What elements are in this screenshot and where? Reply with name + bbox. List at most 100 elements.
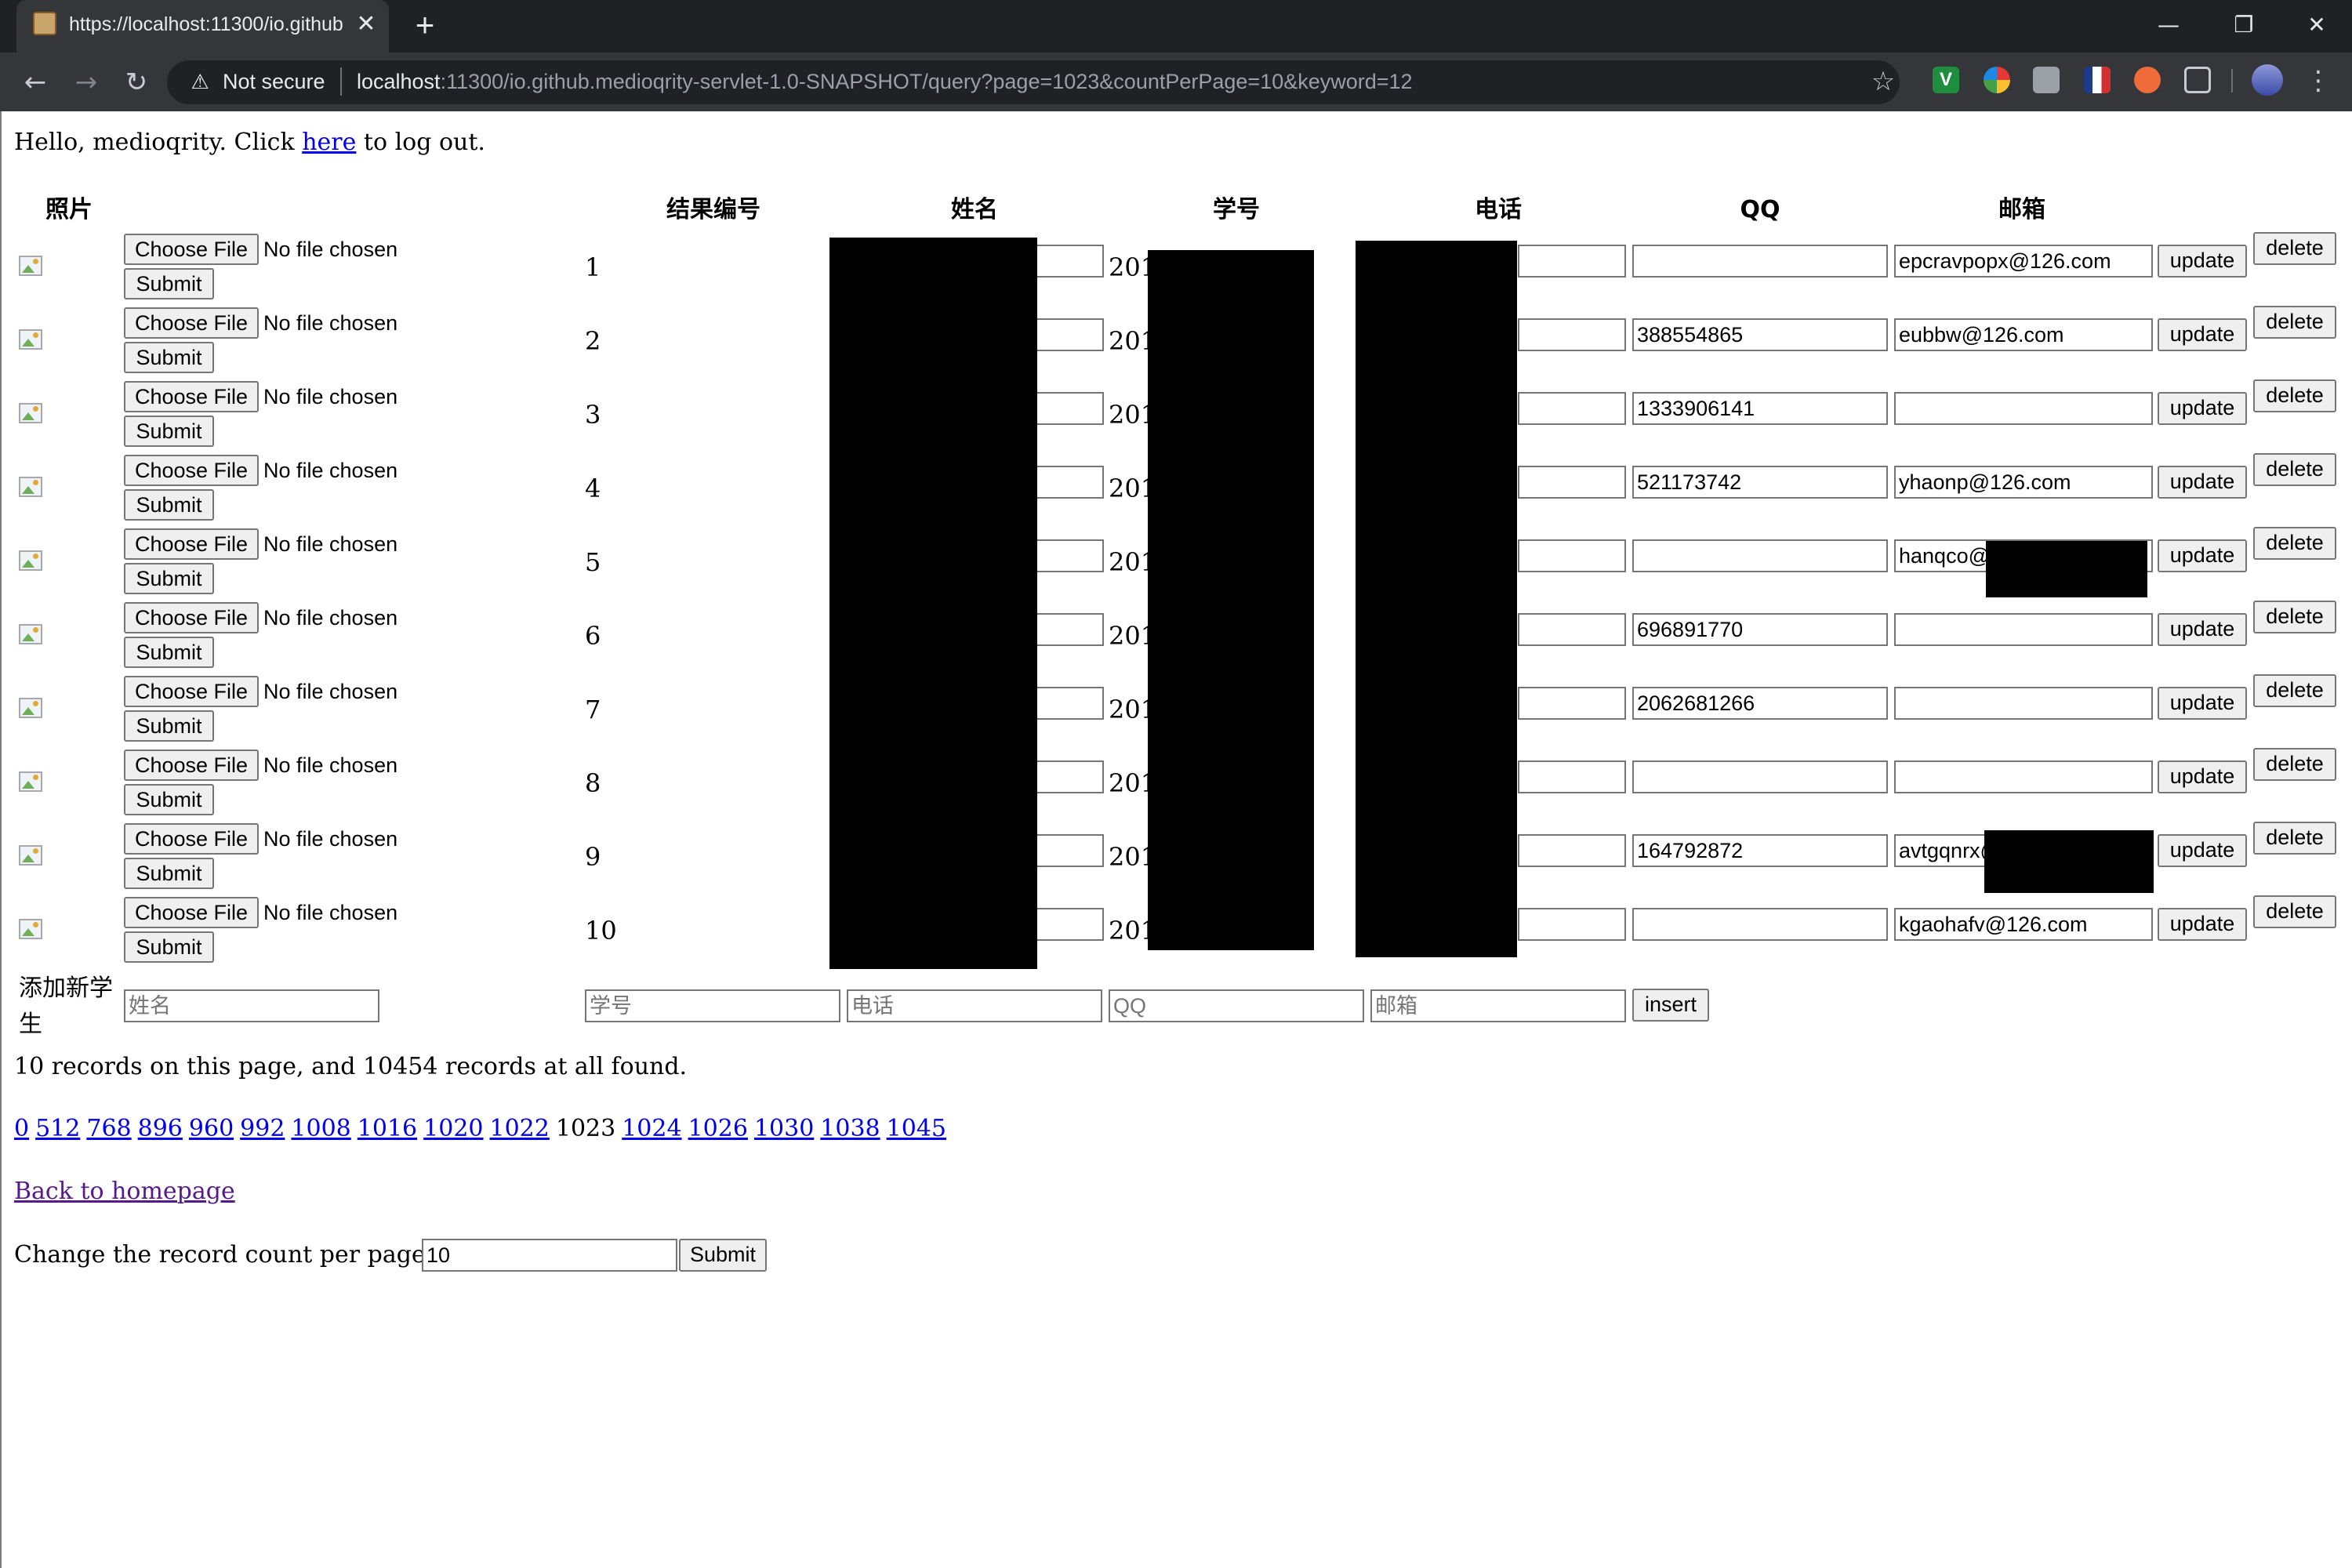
photo-submit-button[interactable]: Submit bbox=[124, 342, 214, 373]
update-button[interactable]: update bbox=[2158, 760, 2247, 793]
warning-icon[interactable]: ⚠ bbox=[187, 68, 213, 96]
phone-input[interactable] bbox=[1518, 392, 1626, 425]
email-input[interactable]: epcravpopx@126.com bbox=[1894, 245, 2153, 278]
photo-submit-button[interactable]: Submit bbox=[124, 563, 214, 594]
forward-arrow-icon[interactable]: → bbox=[66, 62, 107, 103]
insert-button[interactable]: insert bbox=[1632, 989, 1709, 1022]
window-restore-button[interactable]: ❐ bbox=[2220, 6, 2267, 44]
delete-button[interactable]: delete bbox=[2253, 674, 2336, 707]
page-link[interactable]: 1045 bbox=[887, 1115, 946, 1142]
delete-button[interactable]: delete bbox=[2253, 748, 2336, 781]
back-arrow-icon[interactable]: ← bbox=[15, 62, 56, 103]
extension-glasses-icon[interactable] bbox=[2184, 67, 2211, 93]
extension-flag-icon[interactable] bbox=[2084, 67, 2111, 93]
delete-button[interactable]: delete bbox=[2253, 527, 2336, 560]
star-icon[interactable]: ☆ bbox=[1866, 64, 1900, 99]
delete-button[interactable]: delete bbox=[2253, 822, 2336, 855]
new-name-input[interactable]: 姓名 bbox=[124, 989, 379, 1022]
page-link[interactable]: 512 bbox=[35, 1115, 80, 1142]
phone-input[interactable] bbox=[1518, 834, 1626, 867]
photo-submit-button[interactable]: Submit bbox=[124, 637, 214, 668]
window-minimize-button[interactable]: — bbox=[2145, 6, 2192, 44]
phone-input[interactable] bbox=[1518, 466, 1626, 499]
choose-file-button[interactable]: Choose File bbox=[124, 602, 259, 633]
update-button[interactable]: update bbox=[2158, 539, 2247, 572]
delete-button[interactable]: delete bbox=[2253, 306, 2336, 339]
security-status[interactable]: Not secure bbox=[223, 66, 348, 97]
page-link[interactable]: 1026 bbox=[688, 1115, 748, 1142]
update-button[interactable]: update bbox=[2158, 245, 2247, 278]
qq-input[interactable] bbox=[1632, 908, 1888, 941]
email-input[interactable]: yhaonp@126.com bbox=[1894, 466, 2153, 499]
email-input[interactable]: kgaohafv@126.com bbox=[1894, 908, 2153, 941]
kebab-menu-icon[interactable]: ⋮ bbox=[2305, 63, 2332, 99]
update-button[interactable]: update bbox=[2158, 834, 2247, 867]
choose-file-button[interactable]: Choose File bbox=[124, 897, 259, 928]
page-link[interactable]: 1024 bbox=[622, 1115, 681, 1142]
tab-close-icon[interactable]: ✕ bbox=[353, 9, 379, 40]
logout-link[interactable]: here bbox=[302, 129, 356, 156]
new-phone-input[interactable]: 电话 bbox=[847, 989, 1102, 1022]
new-tab-button[interactable]: + bbox=[408, 6, 442, 44]
url-text[interactable]: localhost:11300/io.github.medioqrity-ser… bbox=[357, 66, 1870, 97]
phone-input[interactable] bbox=[1518, 539, 1626, 572]
extension-pen-icon[interactable] bbox=[2134, 67, 2161, 93]
qq-input[interactable]: 164792872 bbox=[1632, 834, 1888, 867]
photo-submit-button[interactable]: Submit bbox=[124, 489, 214, 521]
page-link[interactable]: 0 bbox=[14, 1115, 29, 1142]
count-per-page-input[interactable]: 10 bbox=[422, 1239, 677, 1272]
photo-submit-button[interactable]: Submit bbox=[124, 784, 214, 815]
update-button[interactable]: update bbox=[2158, 318, 2247, 351]
photo-submit-button[interactable]: Submit bbox=[124, 268, 214, 299]
page-link[interactable]: 1030 bbox=[754, 1115, 814, 1142]
qq-input[interactable]: 521173742 bbox=[1632, 466, 1888, 499]
email-input[interactable] bbox=[1894, 687, 2153, 720]
delete-button[interactable]: delete bbox=[2253, 453, 2336, 486]
choose-file-button[interactable]: Choose File bbox=[124, 528, 259, 560]
extension-camera-icon[interactable] bbox=[2033, 67, 2060, 93]
delete-button[interactable]: delete bbox=[2253, 232, 2336, 265]
qq-input[interactable] bbox=[1632, 539, 1888, 572]
page-link[interactable]: 1022 bbox=[490, 1115, 550, 1142]
choose-file-button[interactable]: Choose File bbox=[124, 823, 259, 855]
delete-button[interactable]: delete bbox=[2253, 895, 2336, 928]
photo-submit-button[interactable]: Submit bbox=[124, 931, 214, 963]
new-email-input[interactable]: 邮箱 bbox=[1370, 989, 1626, 1022]
phone-input[interactable] bbox=[1518, 245, 1626, 278]
delete-button[interactable]: delete bbox=[2253, 601, 2336, 633]
choose-file-button[interactable]: Choose File bbox=[124, 455, 259, 486]
new-qq-input[interactable]: QQ bbox=[1109, 989, 1364, 1022]
email-input[interactable] bbox=[1894, 613, 2153, 646]
reload-icon[interactable]: ↻ bbox=[116, 62, 157, 103]
choose-file-button[interactable]: Choose File bbox=[124, 676, 259, 707]
back-link-text[interactable]: Back to homepage bbox=[14, 1178, 235, 1205]
choose-file-button[interactable]: Choose File bbox=[124, 381, 259, 412]
back-to-homepage-link[interactable]: Back to homepage bbox=[14, 1176, 328, 1209]
tab-title[interactable]: https://localhost:11300/io.github bbox=[69, 9, 343, 40]
phone-input[interactable] bbox=[1518, 908, 1626, 941]
update-button[interactable]: update bbox=[2158, 687, 2247, 720]
email-input[interactable] bbox=[1894, 760, 2153, 793]
update-button[interactable]: update bbox=[2158, 466, 2247, 499]
page-link[interactable]: 896 bbox=[138, 1115, 183, 1142]
phone-input[interactable] bbox=[1518, 318, 1626, 351]
photo-submit-button[interactable]: Submit bbox=[124, 416, 214, 447]
email-input[interactable]: eubbw@126.com bbox=[1894, 318, 2153, 351]
email-input[interactable] bbox=[1894, 392, 2153, 425]
page-link[interactable]: 1020 bbox=[423, 1115, 483, 1142]
qq-input[interactable] bbox=[1632, 760, 1888, 793]
count-per-page-submit-button[interactable]: Submit bbox=[679, 1239, 767, 1272]
page-link[interactable]: 768 bbox=[86, 1115, 131, 1142]
page-link[interactable]: 1038 bbox=[820, 1115, 880, 1142]
choose-file-button[interactable]: Choose File bbox=[124, 750, 259, 781]
page-link[interactable]: 1008 bbox=[291, 1115, 350, 1142]
extension-v-icon[interactable]: V bbox=[1933, 67, 1959, 93]
phone-input[interactable] bbox=[1518, 760, 1626, 793]
extension-color-icon[interactable] bbox=[1984, 67, 2010, 93]
update-button[interactable]: update bbox=[2158, 908, 2247, 941]
page-link[interactable]: 1016 bbox=[358, 1115, 417, 1142]
window-close-button[interactable]: ✕ bbox=[2293, 6, 2340, 44]
page-link[interactable]: 992 bbox=[240, 1115, 285, 1142]
update-button[interactable]: update bbox=[2158, 392, 2247, 425]
qq-input[interactable]: 2062681266 bbox=[1632, 687, 1888, 720]
